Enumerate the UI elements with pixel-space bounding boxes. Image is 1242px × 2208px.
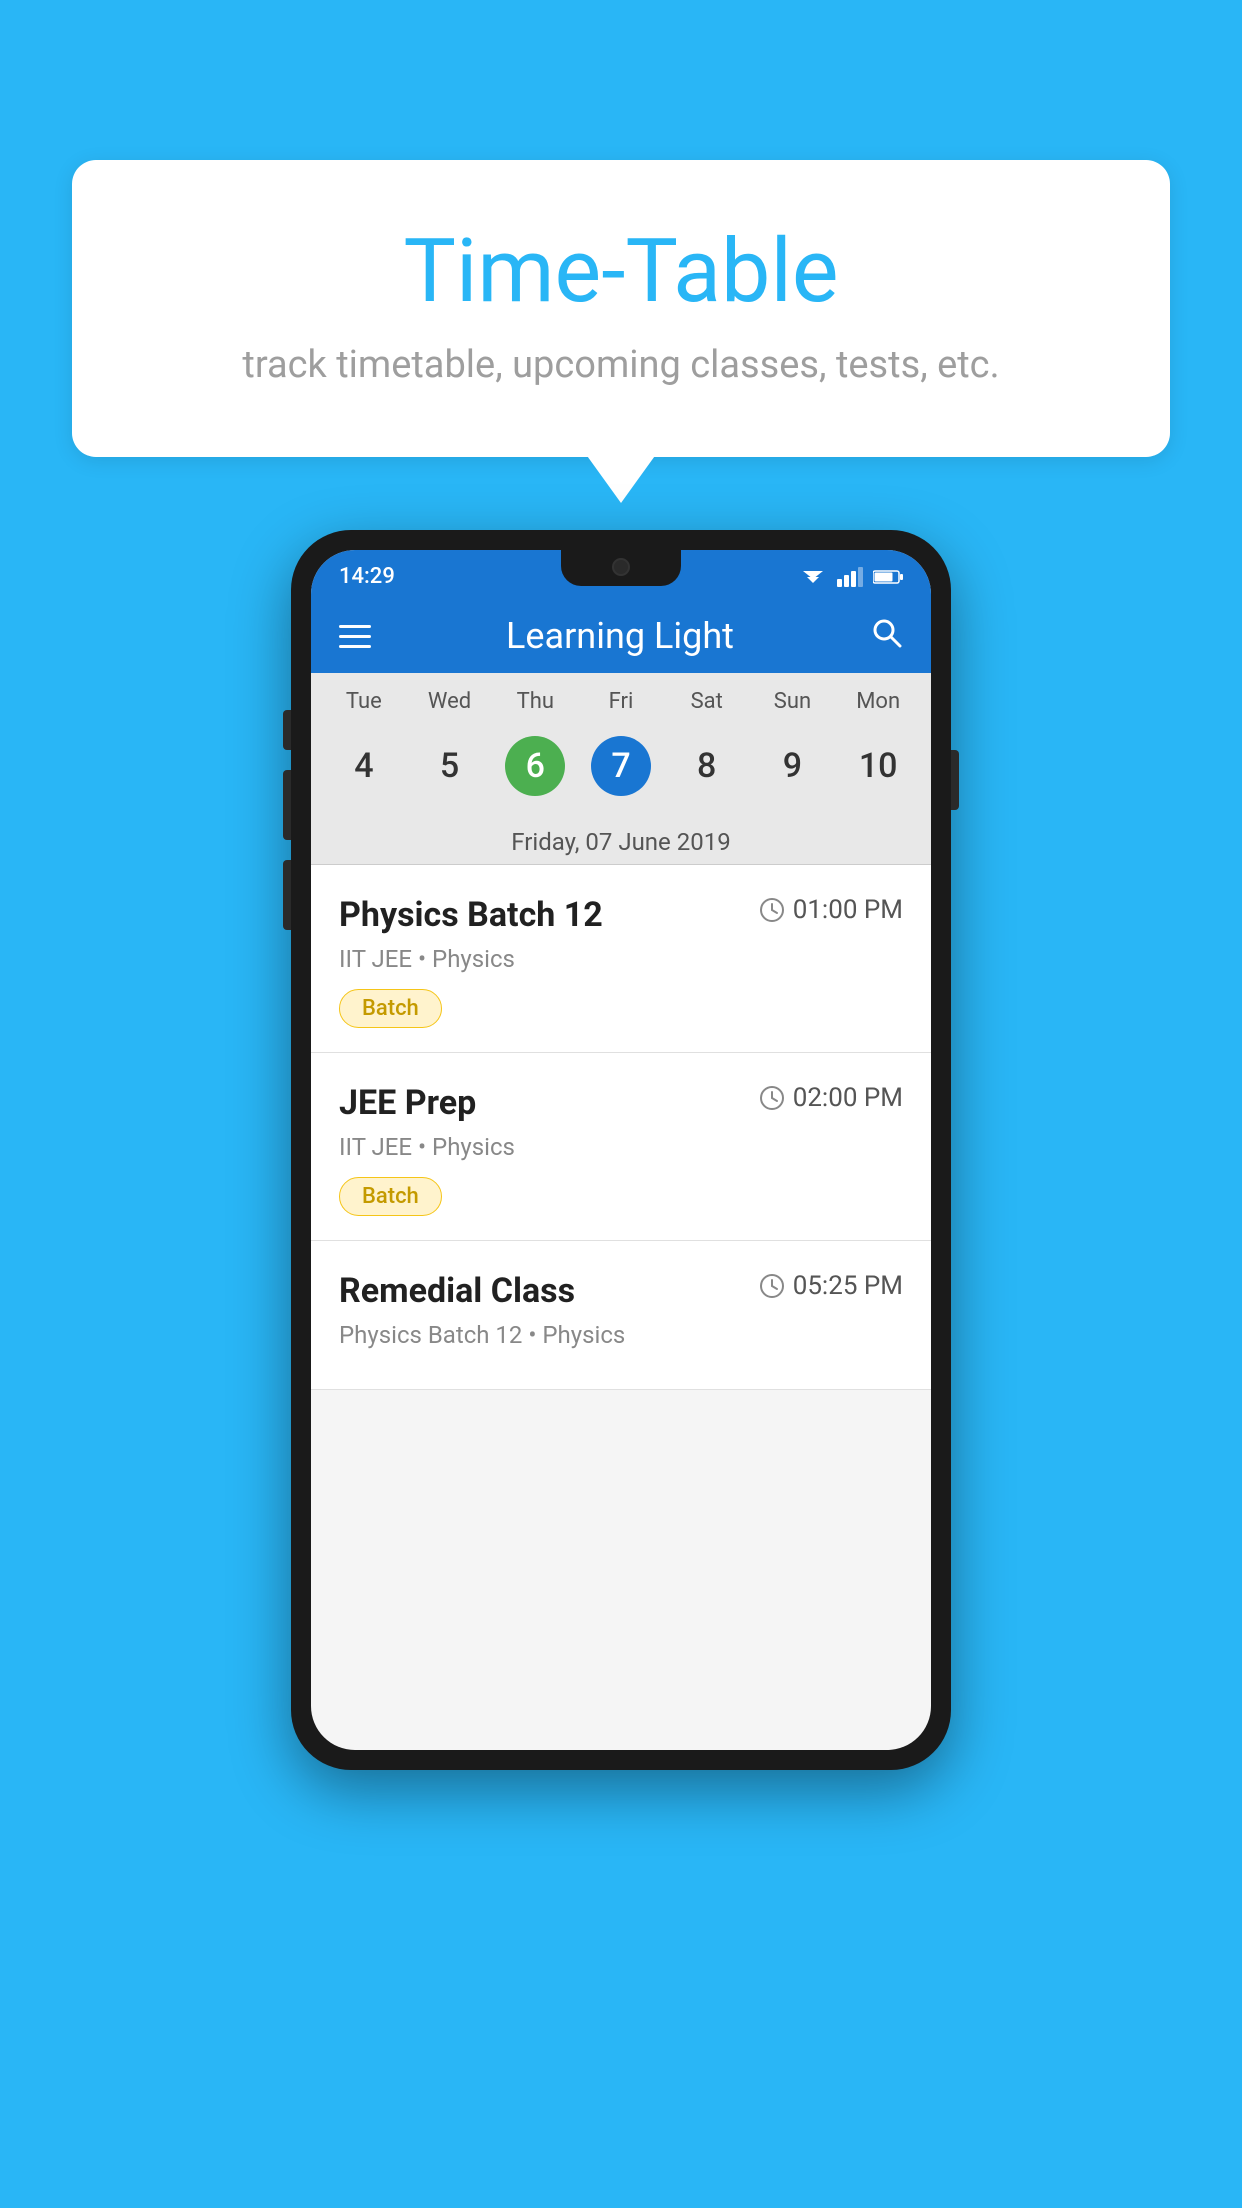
schedule-item-meta: IIT JEE • Physics	[339, 945, 903, 973]
schedule-item-title: JEE Prep	[339, 1083, 476, 1123]
status-time: 14:29	[339, 564, 395, 589]
phone-screen: 14:29	[311, 550, 931, 1750]
calendar-day-10[interactable]: 10	[835, 728, 921, 804]
silent-button	[283, 710, 291, 750]
selected-day-circle[interactable]: 7	[591, 736, 651, 796]
power-button	[951, 750, 959, 810]
clock-icon	[759, 1085, 785, 1111]
day-header-tue: Tue	[321, 689, 407, 714]
day-header-mon: Mon	[835, 689, 921, 714]
calendar-day-5[interactable]: 5	[407, 728, 493, 804]
volume-up-button	[283, 770, 291, 840]
volume-down-button	[283, 860, 291, 930]
phone-camera	[612, 558, 630, 576]
today-circle[interactable]: 6	[505, 736, 565, 796]
bubble-title: Time-Table	[152, 220, 1090, 323]
bubble-subtitle: track timetable, upcoming classes, tests…	[152, 343, 1090, 387]
calendar-day-7[interactable]: 7	[578, 728, 664, 804]
battery-icon	[873, 568, 903, 586]
day-header-fri: Fri	[578, 689, 664, 714]
day-headers: Tue Wed Thu Fri Sat Sun Mon	[311, 673, 931, 722]
batch-tag: Batch	[339, 1177, 442, 1216]
schedule-item[interactable]: JEE Prep 02:00 PM IIT JEE • Physics Batc…	[311, 1053, 931, 1241]
schedule-item-meta: IIT JEE • Physics	[339, 1133, 903, 1161]
batch-tag: Batch	[339, 989, 442, 1028]
calendar-day-4[interactable]: 4	[321, 728, 407, 804]
schedule-item[interactable]: Physics Batch 12 01:00 PM IIT JEE • Phys…	[311, 865, 931, 1053]
wifi-icon	[799, 567, 827, 587]
status-icons	[799, 567, 903, 587]
day-header-thu: Thu	[492, 689, 578, 714]
phone-notch	[561, 550, 681, 586]
day-numbers: 4 5 6 7 8 9 10	[311, 722, 931, 820]
app-bar-title: Learning Light	[401, 615, 839, 657]
schedule-item-title: Physics Batch 12	[339, 895, 603, 935]
day-header-wed: Wed	[407, 689, 493, 714]
calendar-day-9[interactable]: 9	[750, 728, 836, 804]
selected-date-label: Friday, 07 June 2019	[311, 820, 931, 865]
phone-frame: 14:29	[291, 530, 951, 1770]
search-icon[interactable]	[869, 615, 903, 657]
schedule-list: Physics Batch 12 01:00 PM IIT JEE • Phys…	[311, 865, 931, 1390]
clock-icon	[759, 1273, 785, 1299]
schedule-item-meta: Physics Batch 12 • Physics	[339, 1321, 903, 1349]
speech-bubble-card: Time-Table track timetable, upcoming cla…	[72, 160, 1170, 457]
calendar-day-6[interactable]: 6	[492, 728, 578, 804]
phone-mockup: 14:29	[291, 530, 951, 1770]
hamburger-menu-button[interactable]	[339, 625, 371, 648]
schedule-item-time: 05:25 PM	[759, 1271, 903, 1301]
clock-icon	[759, 897, 785, 923]
day-header-sun: Sun	[750, 689, 836, 714]
schedule-item[interactable]: Remedial Class 05:25 PM Physics Batch 12…	[311, 1241, 931, 1390]
signal-icon	[837, 567, 863, 587]
calendar-day-8[interactable]: 8	[664, 728, 750, 804]
schedule-item-time: 02:00 PM	[759, 1083, 903, 1113]
day-header-sat: Sat	[664, 689, 750, 714]
app-bar: Learning Light	[311, 599, 931, 673]
schedule-item-time: 01:00 PM	[759, 895, 903, 925]
schedule-item-title: Remedial Class	[339, 1271, 575, 1311]
calendar-section: Tue Wed Thu Fri Sat Sun Mon 4 5 6 7	[311, 673, 931, 865]
